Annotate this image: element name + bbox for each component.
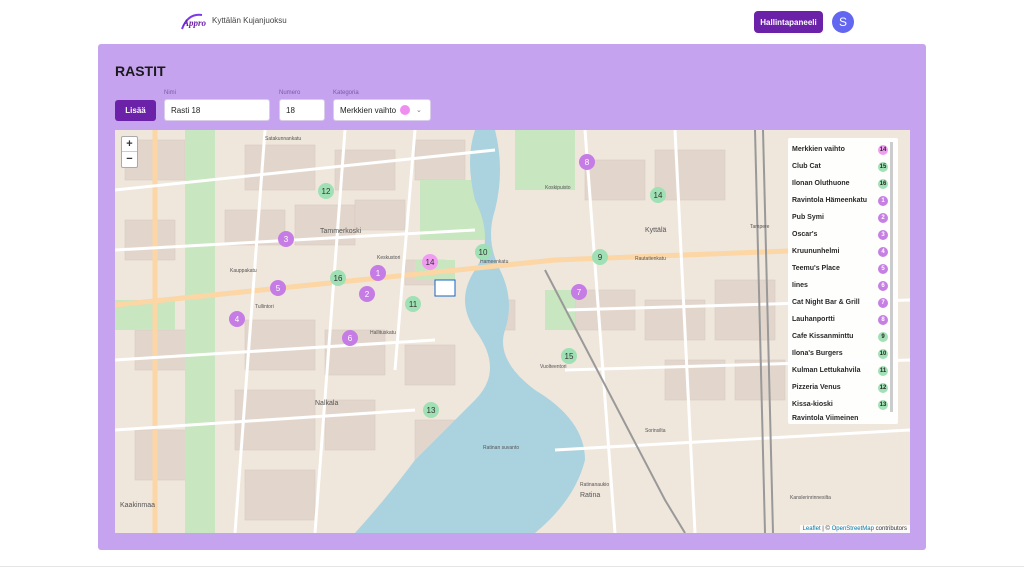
checkpoint-marker[interactable]: 6 (342, 330, 358, 346)
street-label: Tammerkoski (320, 228, 362, 235)
street-label: Kyttälä (645, 227, 667, 234)
legend-item[interactable]: Club Cat 15 (792, 159, 892, 176)
zoom-out-button[interactable]: − (122, 152, 137, 167)
checkpoint-marker[interactable]: 11 (405, 296, 421, 312)
name-label: Nimi (164, 90, 176, 96)
legend-item[interactable]: Kulman Lettukahvila 11 (792, 363, 892, 380)
street-label: Satakunnankatu (265, 136, 302, 142)
name-input[interactable]: Rasti 18 (164, 99, 270, 121)
checkpoint-legend[interactable]: Merkkien vaihto 14 Club Cat 15 Ilonan Olut… (788, 138, 898, 424)
osm-link[interactable]: OpenStreetMap (832, 526, 874, 532)
street-label: Nalkala (315, 400, 339, 407)
map-view[interactable]: Satakunnankatu Tammerkoski Hämeenkatu Ke… (115, 130, 910, 533)
street-label: Kaakinmaa (120, 502, 156, 509)
number-label: Numero (279, 90, 301, 96)
street-label: Vuolteentori (540, 364, 567, 370)
legend-item[interactable]: Pub Symi 2 (792, 210, 892, 227)
legend-item[interactable]: Oscar's 3 (792, 227, 892, 244)
street-label: Rautatienkatu (635, 256, 666, 262)
legend-item[interactable]: Teemu's Place 5 (792, 261, 892, 278)
checkpoints-panel: RASTIT Lisää Nimi Rasti 18 Numero 18 Kat… (98, 44, 926, 550)
checkpoint-marker[interactable]: 1 (370, 265, 386, 281)
checkpoint-marker[interactable]: 3 (278, 231, 294, 247)
category-select[interactable]: Merkkien vaihto ⌄ (333, 99, 431, 121)
legend-item[interactable]: Merkkien vaihto 14 (792, 142, 892, 159)
checkpoint-marker[interactable]: 9 (592, 249, 608, 265)
user-avatar[interactable]: S (832, 11, 854, 33)
checkpoint-marker[interactable]: 14 (422, 254, 438, 270)
street-label: Sorinsilta (645, 428, 666, 434)
legend-item[interactable]: Pizzeria Venus 12 (792, 380, 892, 397)
checkpoint-marker[interactable]: 7 (571, 284, 587, 300)
checkpoint-marker[interactable]: 12 (318, 183, 334, 199)
legend-item[interactable]: Kruununhelmi 4 (792, 244, 892, 261)
street-label: Ratina (580, 492, 601, 499)
page-divider (0, 566, 1024, 567)
category-color-dot (400, 105, 411, 115)
admin-panel-button[interactable]: Hallintapaneeli (754, 11, 823, 33)
zoom-in-button[interactable]: + (122, 137, 137, 152)
attribution-separator: | (822, 526, 824, 532)
appro-logo[interactable]: Appro (180, 11, 206, 33)
leaflet-link[interactable]: Leaflet (803, 526, 821, 532)
checkpoint-marker[interactable]: 2 (359, 286, 375, 302)
checkpoint-marker[interactable]: 16 (330, 270, 346, 286)
page-title: RASTIT (115, 63, 166, 79)
street-label: Koskipuisto (545, 185, 571, 191)
street-label: Kanslerinrinnesilta (790, 495, 831, 501)
map-attribution: Leaflet | © OpenStreetMap contributors (799, 525, 910, 533)
checkpoint-marker[interactable]: 13 (423, 402, 439, 418)
legend-item[interactable]: Ravintola Viimeinen (792, 411, 892, 424)
legend-item[interactable]: Cat Night Bar & Grill 7 (792, 295, 892, 312)
street-label: Hallituskatu (370, 330, 396, 336)
street-label: Ratinan suvanto (483, 445, 520, 451)
legend-item[interactable]: Iines 6 (792, 278, 892, 295)
add-checkpoint-button[interactable]: Lisää (115, 100, 156, 121)
legend-scrollbar[interactable] (890, 142, 893, 412)
checkpoint-marker[interactable]: 14 (650, 187, 666, 203)
legend-item[interactable]: Ilona's Burgers 10 (792, 346, 892, 363)
category-label: Kategoria (333, 90, 359, 96)
checkpoint-marker[interactable]: 8 (579, 154, 595, 170)
legend-item[interactable]: Cafe Kissanminttu 9 (792, 329, 892, 346)
street-label: Tullintori (255, 304, 274, 310)
chevron-down-icon: ⌄ (416, 107, 422, 114)
zoom-control: + − (121, 136, 138, 168)
legend-item[interactable]: Ilonan Oluthuone 16 (792, 176, 892, 193)
checkpoint-marker[interactable]: 10 (475, 244, 491, 260)
number-input[interactable]: 18 (279, 99, 325, 121)
street-label: Tampere (750, 224, 770, 230)
street-label: Keskustori (377, 255, 401, 261)
street-label: Kauppakatu (230, 268, 257, 274)
street-label: Ratinanaukio (580, 482, 610, 488)
attribution-contributors: contributors (875, 526, 907, 532)
checkpoint-marker[interactable]: 4 (229, 311, 245, 327)
top-navbar: Appro Kyttälän Kujanjuoksu Hallintapanee… (0, 0, 1024, 44)
svg-text:Appro: Appro (182, 18, 206, 28)
legend-item[interactable]: Lauhanportti 8 (792, 312, 892, 329)
attribution-copyright: © (825, 526, 830, 532)
checkpoint-marker[interactable]: 15 (561, 348, 577, 364)
checkpoint-marker[interactable]: 5 (270, 280, 286, 296)
category-value: Merkkien vaihto (340, 105, 397, 115)
legend-item[interactable]: Ravintola Hämeenkatu 1 (792, 193, 892, 210)
app-title: Kyttälän Kujanjuoksu (212, 16, 287, 25)
